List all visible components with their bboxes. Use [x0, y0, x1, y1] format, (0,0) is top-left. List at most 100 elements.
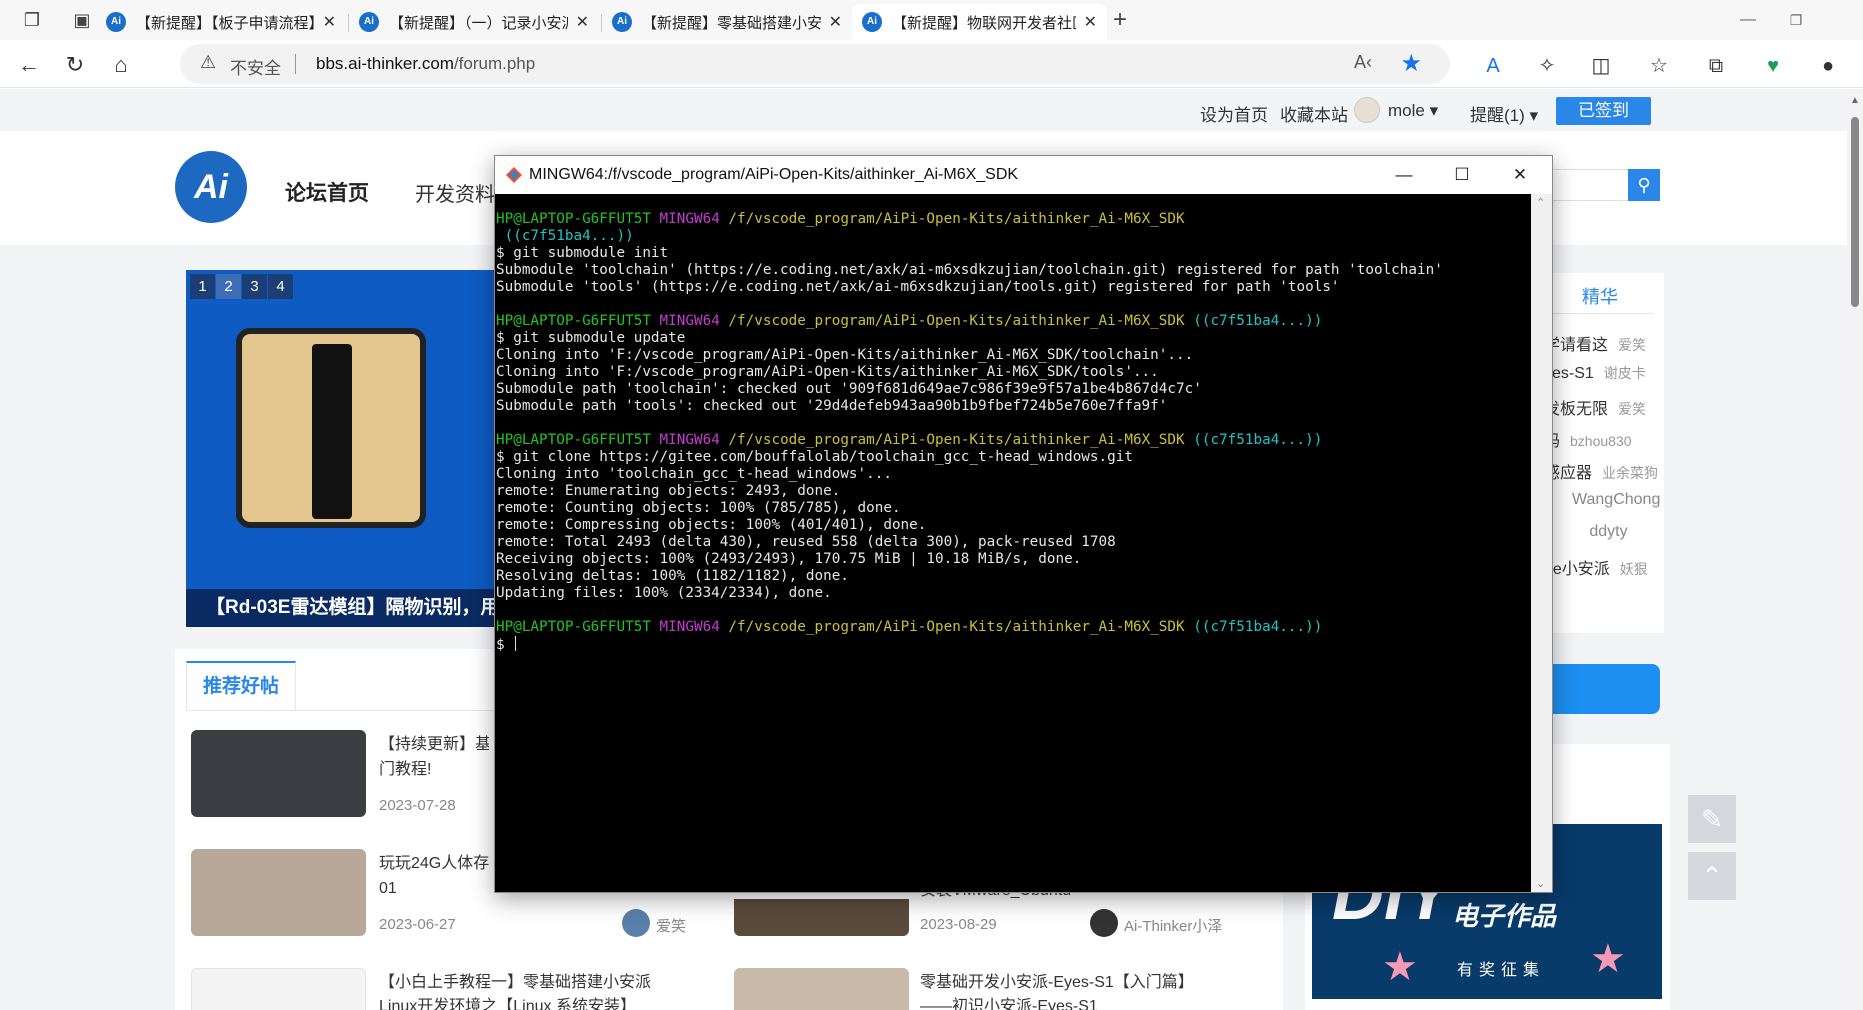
- post-title[interactable]: 【小白上手教程一】零基础搭建小安派: [379, 971, 699, 995]
- prompt-user: HP@LAPTOP-G6FFUT5T: [496, 432, 651, 448]
- scrollbar-thumb[interactable]: [1851, 117, 1859, 307]
- back-to-top-icon[interactable]: ⌃: [1688, 852, 1736, 900]
- terminal-output[interactable]: HP@LAPTOP-G6FFUT5T MINGW64 /f/vscode_pro…: [495, 194, 1531, 892]
- browser-tab-4-active[interactable]: Ai 【新提醒】物联网开发者社区-安 ✕: [852, 4, 1107, 40]
- profile-avatar-icon[interactable]: ●: [1815, 53, 1841, 79]
- page-scrollbar[interactable]: ▲: [1847, 89, 1863, 1010]
- tab-close-icon[interactable]: ✕: [576, 12, 589, 32]
- edit-post-icon[interactable]: ✎: [1688, 795, 1736, 843]
- user-avatar[interactable]: [1354, 97, 1380, 123]
- terminal-window[interactable]: MINGW64:/f/vscode_program/AiPi-Open-Kits…: [494, 155, 1553, 893]
- sign-in-button[interactable]: [1544, 664, 1660, 714]
- home-icon[interactable]: ⌂: [106, 50, 136, 80]
- terminal-output-line: Submodule 'toolchain' (https://e.coding.…: [496, 262, 1443, 278]
- vertical-tabs-icon[interactable]: ▣: [70, 8, 94, 32]
- post-thumbnail[interactable]: [734, 968, 909, 1010]
- extensions-puzzle-icon[interactable]: ✧: [1534, 53, 1560, 79]
- nav-dev-docs[interactable]: 开发资料: [415, 178, 495, 207]
- window-restore-icon[interactable]: ❐: [1773, 0, 1819, 40]
- scroll-up-icon[interactable]: ▲: [1850, 95, 1860, 106]
- prompt-path: /f/vscode_program/AiPi-Open-Kits/aithink…: [728, 313, 1185, 329]
- post-author[interactable]: 爱笑: [656, 915, 686, 936]
- post-title-line2[interactable]: Linux开发环境之【Linux 系统安装】: [379, 995, 699, 1010]
- read-aloud-icon[interactable]: A‹: [1354, 52, 1372, 73]
- tab-recommended[interactable]: 推荐好帖: [186, 661, 296, 711]
- terminal-output-line: Cloning into 'F:/vscode_program/AiPi-Ope…: [496, 347, 1194, 363]
- split-screen-icon[interactable]: ◫: [1588, 53, 1614, 79]
- carousel-page-4[interactable]: 4: [268, 274, 293, 299]
- site-favicon-icon: Ai: [359, 12, 379, 32]
- scroll-down-icon[interactable]: ⌄: [1536, 877, 1545, 890]
- carousel-page-1[interactable]: 1: [190, 274, 215, 299]
- signed-in-button[interactable]: 已签到: [1556, 97, 1651, 125]
- bookmark-site-link[interactable]: 收藏本站: [1280, 101, 1348, 126]
- featured-item[interactable]: 感应器 业余菜狗: [1544, 459, 1658, 483]
- site-logo[interactable]: Ai: [175, 151, 247, 223]
- nav-forum-home[interactable]: 论坛首页: [285, 177, 369, 207]
- post-title-line2[interactable]: 01: [379, 877, 489, 901]
- author-avatar[interactable]: [622, 909, 650, 937]
- post-thumbnail[interactable]: [191, 849, 366, 936]
- url-text[interactable]: bbs.ai-thinker.com/forum.php: [316, 54, 535, 74]
- workspaces-icon[interactable]: ❐: [20, 8, 44, 32]
- new-tab-button[interactable]: +: [1108, 8, 1132, 32]
- carousel-page-3[interactable]: 3: [242, 274, 267, 299]
- featured-item[interactable]: 学请看这 爱笑: [1544, 331, 1646, 355]
- carousel-page-2[interactable]: 2: [216, 274, 241, 299]
- post-author[interactable]: Ai-Thinker小泽: [1124, 915, 1222, 936]
- terminal-close-icon[interactable]: ✕: [1491, 156, 1549, 194]
- post-thumbnail[interactable]: [191, 730, 366, 817]
- reminder-menu[interactable]: 提醒(1) ▾: [1470, 101, 1538, 126]
- author-avatar[interactable]: [1090, 909, 1118, 937]
- featured-item[interactable]: WangChong: [1562, 491, 1660, 509]
- browser-essentials-icon[interactable]: ♥: [1760, 53, 1786, 79]
- featured-item[interactable]: )ddyty: [1544, 523, 1628, 541]
- tab-close-icon[interactable]: ✕: [1084, 12, 1097, 32]
- terminal-command: $ git clone https://gitee.com/bouffalola…: [496, 449, 1133, 465]
- browser-tab-1[interactable]: Ai 【新提醒】【板子申请流程】新版 ✕: [96, 4, 346, 40]
- featured-title: 发板无限: [1544, 401, 1609, 418]
- back-arrow-icon[interactable]: ←: [14, 50, 44, 80]
- featured-item[interactable]: de小安派 妖狠: [1544, 555, 1648, 579]
- post-thumbnail[interactable]: [734, 899, 909, 936]
- window-minimize-icon[interactable]: —: [1725, 0, 1771, 40]
- terminal-minimize-icon[interactable]: —: [1375, 156, 1433, 194]
- translate-icon[interactable]: A: [1480, 53, 1506, 79]
- address-bar[interactable]: ⚠ 不安全 bbs.ai-thinker.com/forum.php A‹ ★: [180, 44, 1450, 84]
- terminal-command: $: [496, 637, 514, 653]
- terminal-titlebar[interactable]: MINGW64:/f/vscode_program/AiPi-Open-Kits…: [495, 156, 1552, 194]
- tab-close-icon[interactable]: ✕: [829, 12, 842, 32]
- terminal-command-line: $ git submodule init: [496, 245, 1531, 262]
- featured-heading[interactable]: 精华: [1582, 283, 1618, 309]
- favorite-star-icon[interactable]: ★: [1400, 49, 1422, 78]
- insecure-label[interactable]: 不安全: [230, 54, 281, 79]
- warning-triangle-icon[interactable]: ⚠: [200, 52, 216, 73]
- refresh-icon[interactable]: ↻: [60, 50, 90, 80]
- terminal-command-line: $: [496, 636, 1531, 653]
- terminal-command-line: $ git clone https://gitee.com/bouffalola…: [496, 449, 1531, 466]
- user-menu[interactable]: mole ▾: [1388, 101, 1438, 121]
- radar-module-image: [236, 328, 426, 528]
- browser-tab-2[interactable]: Ai 【新提醒】（一）记录小安派之开 ✕: [349, 4, 599, 40]
- featured-item[interactable]: 玛bzhou830: [1544, 427, 1632, 451]
- post-thumbnail[interactable]: [191, 968, 366, 1010]
- set-homepage-link[interactable]: 设为首页: [1200, 101, 1268, 126]
- terminal-scrollbar[interactable]: ⌃ ⌄: [1531, 194, 1552, 892]
- terminal-maximize-icon[interactable]: ☐: [1433, 156, 1491, 194]
- featured-item[interactable]: 发板无限 爱笑: [1544, 395, 1646, 419]
- post-title-line2[interactable]: ——初识小安派-Eyes-S1: [920, 995, 1240, 1010]
- post-title[interactable]: 【持续更新】基: [379, 733, 489, 757]
- scroll-up-icon[interactable]: ⌃: [1536, 196, 1545, 209]
- post-title[interactable]: 玩玩24G人体存: [379, 852, 489, 876]
- post-title-line2[interactable]: 门教程!: [379, 758, 489, 782]
- post-title[interactable]: 零基础开发小安派-Eyes-S1【入门篇】: [920, 971, 1240, 995]
- collections-icon[interactable]: ⧉: [1703, 53, 1729, 79]
- prompt-user: HP@LAPTOP-G6FFUT5T: [496, 619, 651, 635]
- carousel-pager: 1 2 3 4: [190, 274, 294, 299]
- favorites-list-icon[interactable]: ☆: [1646, 53, 1672, 79]
- terminal-prompt-line: HP@LAPTOP-G6FFUT5T MINGW64 /f/vscode_pro…: [496, 619, 1531, 636]
- search-icon[interactable]: ⚲: [1628, 169, 1660, 201]
- featured-item[interactable]: yes-S1 谢皮卡: [1544, 363, 1646, 383]
- tab-close-icon[interactable]: ✕: [323, 12, 336, 32]
- browser-tab-3[interactable]: Ai 【新提醒】零基础搭建小安派Wi ✕: [602, 4, 852, 40]
